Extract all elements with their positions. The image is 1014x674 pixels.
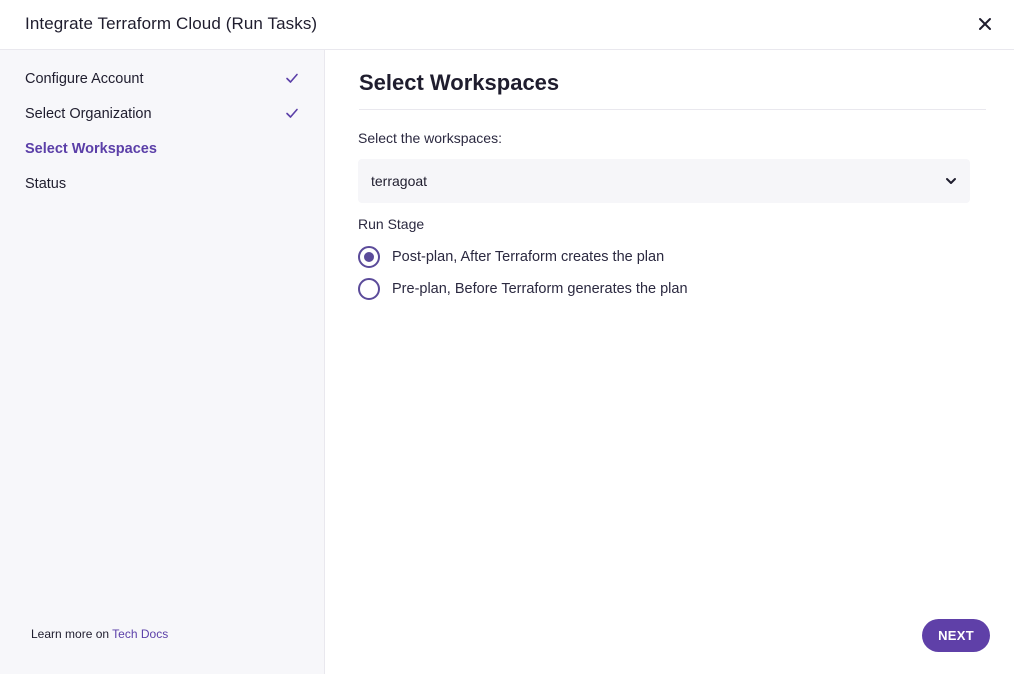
radio-unselected-icon[interactable]: [357, 277, 381, 301]
workspaces-label: Select the workspaces:: [358, 130, 502, 146]
steps-sidebar: Configure Account Select Organization Se…: [0, 50, 325, 674]
dialog-title: Integrate Terraform Cloud (Run Tasks): [25, 14, 318, 33]
step-label: Select Workspaces: [25, 141, 157, 157]
workspace-select-value: terragoat: [371, 173, 428, 189]
workspace-select[interactable]: terragoat: [358, 159, 970, 203]
radio-selected-icon[interactable]: [357, 245, 381, 269]
close-button[interactable]: [974, 13, 996, 35]
tech-docs-link[interactable]: Tech Docs: [112, 627, 168, 641]
run-stage-label: Run Stage: [358, 216, 425, 232]
next-button[interactable]: NEXT: [922, 619, 990, 652]
radio-label: Post-plan, After Terraform creates the p…: [392, 249, 665, 265]
step-select-organization[interactable]: Select Organization: [25, 103, 305, 127]
step-select-workspaces[interactable]: Select Workspaces: [25, 138, 305, 162]
radio-label: Pre-plan, Before Terraform generates the…: [392, 281, 688, 297]
step-configure-account[interactable]: Configure Account: [25, 68, 305, 92]
close-icon: [979, 18, 991, 30]
step-label: Configure Account: [25, 71, 144, 87]
main-panel: Select Workspaces Select the workspaces:…: [326, 50, 1014, 674]
learn-more-text: Learn more on Tech Docs: [31, 627, 168, 641]
learn-more-prefix: Learn more on: [31, 627, 110, 641]
page-title: Select Workspaces: [359, 70, 560, 95]
check-icon: [286, 108, 298, 118]
step-label: Select Organization: [25, 106, 152, 122]
step-label: Status: [25, 176, 67, 192]
divider: [359, 109, 986, 110]
radio-pre-plan[interactable]: Pre-plan, Before Terraform generates the…: [357, 277, 757, 301]
radio-post-plan[interactable]: Post-plan, After Terraform creates the p…: [357, 245, 757, 269]
dialog-header: Integrate Terraform Cloud (Run Tasks): [0, 0, 1014, 50]
check-icon: [286, 73, 298, 83]
chevron-down-icon: [946, 178, 956, 184]
integration-dialog: Integrate Terraform Cloud (Run Tasks) Co…: [0, 0, 1014, 674]
step-status[interactable]: Status: [25, 173, 305, 197]
